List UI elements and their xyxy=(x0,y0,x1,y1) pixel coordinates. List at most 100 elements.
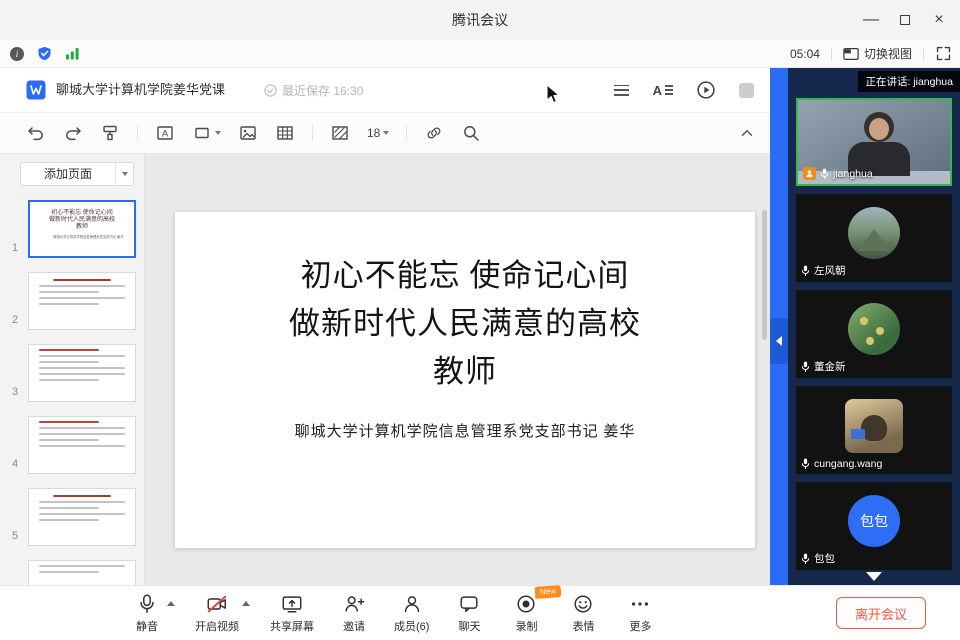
start-video-button[interactable]: 开启视频 xyxy=(195,593,239,634)
current-slide[interactable]: 初心不能忘 使命记心间 做新时代人民满意的高校 教师 聊城大学计算机学院信息管理… xyxy=(175,212,755,548)
info-icon[interactable]: i xyxy=(10,47,24,61)
shape-tool[interactable] xyxy=(192,123,221,143)
meeting-controls: 静音 开启视频 共享屏幕 xyxy=(130,593,657,634)
switch-view-button[interactable]: 切换视图 xyxy=(843,45,912,62)
slide-thumbnail-2[interactable] xyxy=(28,272,136,330)
record-button[interactable]: New 录制 xyxy=(509,593,543,634)
invite-label: 邀请 xyxy=(343,618,365,634)
collapse-toolbar-icon[interactable] xyxy=(738,124,756,142)
search-icon[interactable] xyxy=(461,123,481,143)
image-icon[interactable] xyxy=(238,123,258,143)
divider xyxy=(406,125,407,141)
mic-icon xyxy=(801,361,810,373)
slide-thumbnail-5[interactable] xyxy=(28,488,136,546)
members-label: 成员(6) xyxy=(394,618,429,634)
link-icon[interactable] xyxy=(424,123,444,143)
video-tile-participant[interactable]: cungang.wang xyxy=(796,386,952,474)
slide-number: 3 xyxy=(12,386,18,398)
slide-thumbnail-3[interactable] xyxy=(28,344,136,402)
statusbar-right: 05:04 切换视图 xyxy=(790,40,952,67)
mic-options-caret[interactable] xyxy=(167,601,175,606)
redo-icon[interactable] xyxy=(63,123,83,143)
emoji-button[interactable]: 表情 xyxy=(566,593,600,634)
participant-name: 左风朝 xyxy=(814,263,846,278)
slide-canvas[interactable]: 初心不能忘 使命记心间 做新时代人民满意的高校 教师 聊城大学计算机学院信息管理… xyxy=(145,154,770,585)
slideshow-play-icon[interactable] xyxy=(697,81,715,99)
fullscreen-icon[interactable] xyxy=(935,45,952,62)
mic-icon xyxy=(801,265,810,277)
members-button[interactable]: 成员(6) xyxy=(394,593,429,634)
chat-button[interactable]: 聊天 xyxy=(452,593,486,634)
add-page-button[interactable]: 添加页面 xyxy=(20,162,134,186)
leave-meeting-button[interactable]: 离开会议 xyxy=(836,597,926,629)
more-button[interactable]: 更多 xyxy=(623,593,657,634)
divider xyxy=(137,125,138,141)
avatar xyxy=(845,399,903,453)
minimize-button[interactable]: — xyxy=(854,0,888,40)
mute-button[interactable]: 静音 xyxy=(130,593,164,634)
meeting-timer: 05:04 xyxy=(790,47,820,61)
switch-view-icon xyxy=(843,47,859,61)
menu-icon[interactable] xyxy=(614,85,629,96)
fill-pattern-icon[interactable] xyxy=(330,123,350,143)
format-painter-icon[interactable] xyxy=(100,123,120,143)
minimize-icon: — xyxy=(863,11,879,29)
statusbar-left: i xyxy=(10,40,80,67)
participant-name-row: jianghua xyxy=(803,167,873,180)
chat-label: 聊天 xyxy=(458,618,480,634)
number-tool[interactable]: 18 xyxy=(367,126,389,140)
members-icon xyxy=(401,593,423,615)
participant-name-row: 左风朝 xyxy=(801,263,846,278)
avatar xyxy=(848,207,900,259)
emoji-icon xyxy=(572,593,594,615)
participant-name: jianghua xyxy=(833,168,873,180)
mic-icon xyxy=(801,553,810,565)
panel-splitter[interactable] xyxy=(770,68,788,585)
text-settings-icon[interactable]: A xyxy=(653,83,673,98)
participant-name-row: 董金新 xyxy=(801,359,846,374)
slide-title-line3: 教师 xyxy=(175,348,755,396)
scroll-more-participants-icon[interactable] xyxy=(866,572,882,581)
more-label: 更多 xyxy=(629,618,651,634)
camera-options-caret[interactable] xyxy=(242,601,250,606)
maximize-button[interactable] xyxy=(888,0,922,40)
avatar xyxy=(848,303,900,355)
invite-button[interactable]: 邀请 xyxy=(337,593,371,634)
slide-thumbnail-6[interactable] xyxy=(28,560,136,585)
undo-icon[interactable] xyxy=(26,123,46,143)
close-icon: × xyxy=(934,11,943,29)
video-tile-participant[interactable]: 董金新 xyxy=(796,290,952,378)
start-video-label: 开启视频 xyxy=(195,618,239,634)
presenter-avatar[interactable] xyxy=(739,83,754,98)
slide-thumbnail-1[interactable]: 初心不能忘 使命记心间 做新时代人民满意的高校 教师 聊城大学计算机学院信息管理… xyxy=(28,200,136,258)
network-signal-icon[interactable] xyxy=(65,47,80,60)
thumb-subtitle: 聊城大学计算机学院信息管理系党支部书记 姜华 xyxy=(53,234,110,239)
slide-thumbnail-4[interactable] xyxy=(28,416,136,474)
video-tile-jianghua[interactable]: jianghua xyxy=(796,98,952,186)
participant-name-row: 包包 xyxy=(801,551,835,566)
text-box-icon[interactable]: A xyxy=(155,123,175,143)
video-tile-participant[interactable]: 左风朝 xyxy=(796,194,952,282)
mouse-cursor xyxy=(546,84,561,105)
share-screen-button[interactable]: 共享屏幕 xyxy=(270,593,314,634)
add-page-label: 添加页面 xyxy=(21,163,115,185)
divider xyxy=(923,47,924,61)
share-screen-icon xyxy=(281,593,303,615)
collapse-panel-tab[interactable] xyxy=(770,318,788,364)
number-tool-value: 18 xyxy=(367,126,380,140)
slide-number: 4 xyxy=(12,458,18,470)
canvas-scrollbar[interactable] xyxy=(762,210,767,340)
add-page-dropdown[interactable] xyxy=(115,163,133,185)
chevron-down-icon xyxy=(215,131,221,135)
security-shield-icon[interactable] xyxy=(37,46,52,61)
table-icon[interactable] xyxy=(275,123,295,143)
slide-title-line2: 做新时代人民满意的高校 xyxy=(175,300,755,348)
close-button[interactable]: × xyxy=(922,0,956,40)
window-titlebar: 腾讯会议 — × xyxy=(0,0,960,40)
video-tile-participant[interactable]: 包包 包包 xyxy=(796,482,952,570)
divider xyxy=(831,47,832,61)
thumb-title-line: 教师 xyxy=(30,224,134,231)
camera-off-icon xyxy=(206,593,228,615)
mic-icon xyxy=(801,458,810,470)
speaking-indicator: 正在讲话: jianghua xyxy=(858,71,960,92)
